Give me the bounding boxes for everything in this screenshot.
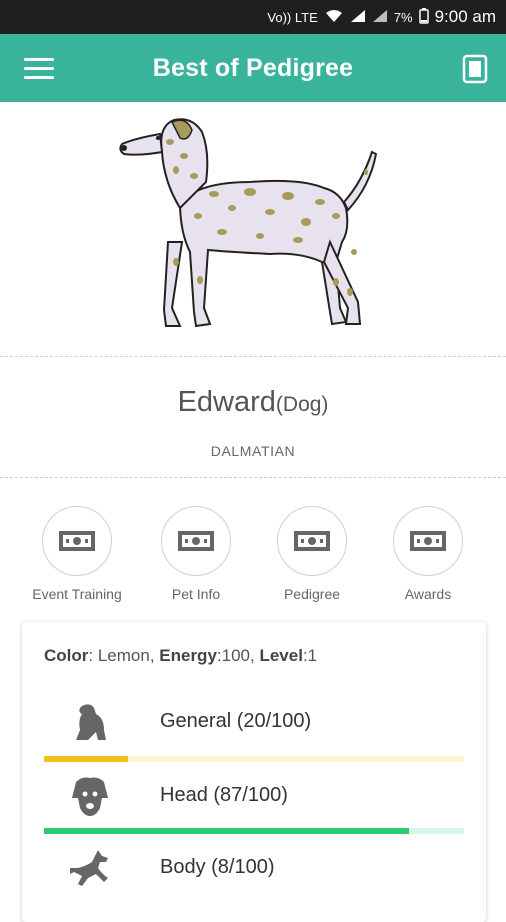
progress-fill — [44, 756, 128, 762]
action-label: Pet Info — [171, 586, 221, 602]
level-value: :1 — [302, 646, 318, 665]
progress-fill — [44, 828, 410, 834]
action-pedigree[interactable]: Pedigree — [252, 506, 372, 602]
hamburger-menu-icon[interactable] — [24, 58, 54, 80]
level-key: Level — [259, 646, 303, 665]
money-icon[interactable] — [393, 506, 463, 576]
pet-name: Edward — [177, 386, 276, 418]
battery-percent: 7% — [393, 9, 413, 25]
action-label: Pedigree — [283, 586, 341, 602]
app-bar: Best of Pedigree — [0, 34, 506, 102]
progress-bar-head — [44, 828, 464, 834]
money-icon[interactable] — [161, 506, 231, 576]
money-icon[interactable] — [42, 506, 112, 576]
app-title: Best of Pedigree — [152, 53, 354, 82]
document-icon[interactable] — [462, 54, 488, 84]
status-bar: Vo)) LTE 7% 9:00 am — [0, 0, 506, 34]
signal-icon-2 — [372, 9, 388, 26]
stat-label: Body (8/100) — [160, 856, 275, 878]
energy-key: Energy — [159, 646, 217, 665]
energy-value: :100, — [216, 646, 260, 665]
sitting-dog-icon — [68, 700, 112, 744]
color-value: : Lemon, — [88, 646, 160, 665]
clock: 9:00 am — [434, 7, 496, 26]
pet-name-line: Edward(Dog) — [0, 386, 506, 419]
color-key: Color — [44, 646, 89, 665]
status-icons: Vo)) LTE 7% 9:00 am — [267, 7, 496, 27]
stats-card: Color: Lemon, Energy:100, Level:1 Genera… — [22, 622, 486, 922]
wifi-icon — [324, 9, 344, 26]
money-icon[interactable] — [277, 506, 347, 576]
dalmatian-illustration — [119, 118, 378, 328]
divider — [0, 356, 506, 357]
stat-label: Head (87/100) — [160, 784, 288, 806]
action-awards[interactable]: Awards — [368, 506, 488, 602]
action-pet-info[interactable]: Pet Info — [136, 506, 256, 602]
battery-icon — [418, 7, 429, 27]
pet-breed: DALMATIAN — [210, 443, 296, 459]
signal-icon — [350, 9, 366, 26]
divider — [0, 477, 506, 478]
action-event-training[interactable]: Event Training — [17, 506, 137, 602]
pet-kind: (Dog) — [275, 393, 329, 416]
dog-head-icon — [68, 774, 112, 818]
stats-summary: Color: Lemon, Energy:100, Level:1 — [44, 646, 317, 666]
volte-indicator: Vo)) LTE — [267, 9, 318, 25]
progress-bar-general — [44, 756, 464, 762]
running-dog-icon — [68, 846, 112, 890]
action-row: Event Training Pet Info Pedigree Awards — [0, 506, 506, 606]
action-label: Awards — [404, 586, 452, 602]
pet-image-area — [0, 102, 506, 356]
action-label: Event Training — [32, 586, 122, 602]
stat-label: General (20/100) — [160, 710, 312, 732]
